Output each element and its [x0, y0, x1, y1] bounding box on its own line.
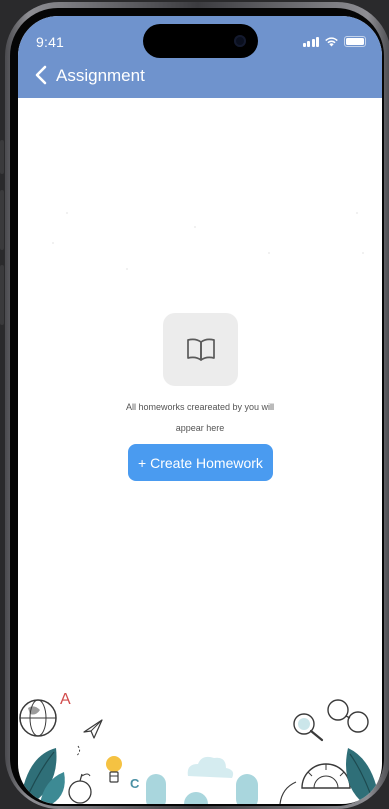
- background-dot: [66, 212, 68, 214]
- school-doodles-illustration: A C: [19, 691, 380, 804]
- side-button: [0, 265, 4, 325]
- doodle-letter-a: A: [60, 691, 71, 708]
- empty-state-message: All homeworks creareated by you will: [125, 402, 275, 412]
- protractor-icon: [301, 763, 351, 789]
- teal-shapes-decoration: [146, 774, 258, 804]
- app-header: 9:41 Assignment: [18, 16, 382, 98]
- app-screen: 9:41 Assignment All homeworks creareated…: [18, 16, 382, 804]
- create-homework-button[interactable]: + Create Homework: [128, 444, 273, 481]
- cellular-signal-icon: [302, 36, 319, 47]
- background-dot: [194, 226, 196, 228]
- wifi-icon: [325, 37, 338, 47]
- apple-icon: [68, 773, 92, 804]
- background-dot: [356, 212, 358, 214]
- leaf-icon: [20, 748, 65, 804]
- device: 9:41 Assignment All homeworks creareated…: [0, 0, 389, 809]
- background-dot: [362, 252, 364, 254]
- status-icons: [302, 36, 366, 47]
- magnifier-icon: [293, 713, 324, 742]
- background-dot: [52, 242, 54, 244]
- glasses-icon: [327, 699, 369, 733]
- leaf-icon: [279, 748, 380, 804]
- dynamic-island: [143, 24, 258, 58]
- empty-state-illustration: [163, 313, 238, 386]
- battery-icon: [344, 36, 366, 47]
- camera-icon: [234, 35, 246, 47]
- light-bulb-icon: [106, 756, 122, 783]
- page-title: Assignment: [56, 66, 145, 85]
- chevron-left-icon: [35, 65, 47, 85]
- side-button: [0, 190, 4, 250]
- background-dot: [268, 252, 270, 254]
- background-dot: [126, 268, 128, 270]
- back-button[interactable]: [32, 64, 50, 86]
- cloud-icon: [187, 756, 234, 778]
- paper-plane-icon: [75, 719, 103, 757]
- globe-icon: [19, 699, 57, 737]
- empty-state-message-cont: appear here: [175, 423, 225, 433]
- side-button: [0, 140, 4, 174]
- doodle-letter-c: C: [130, 776, 140, 791]
- status-time: 9:41: [36, 34, 65, 50]
- open-book-icon: [186, 338, 215, 361]
